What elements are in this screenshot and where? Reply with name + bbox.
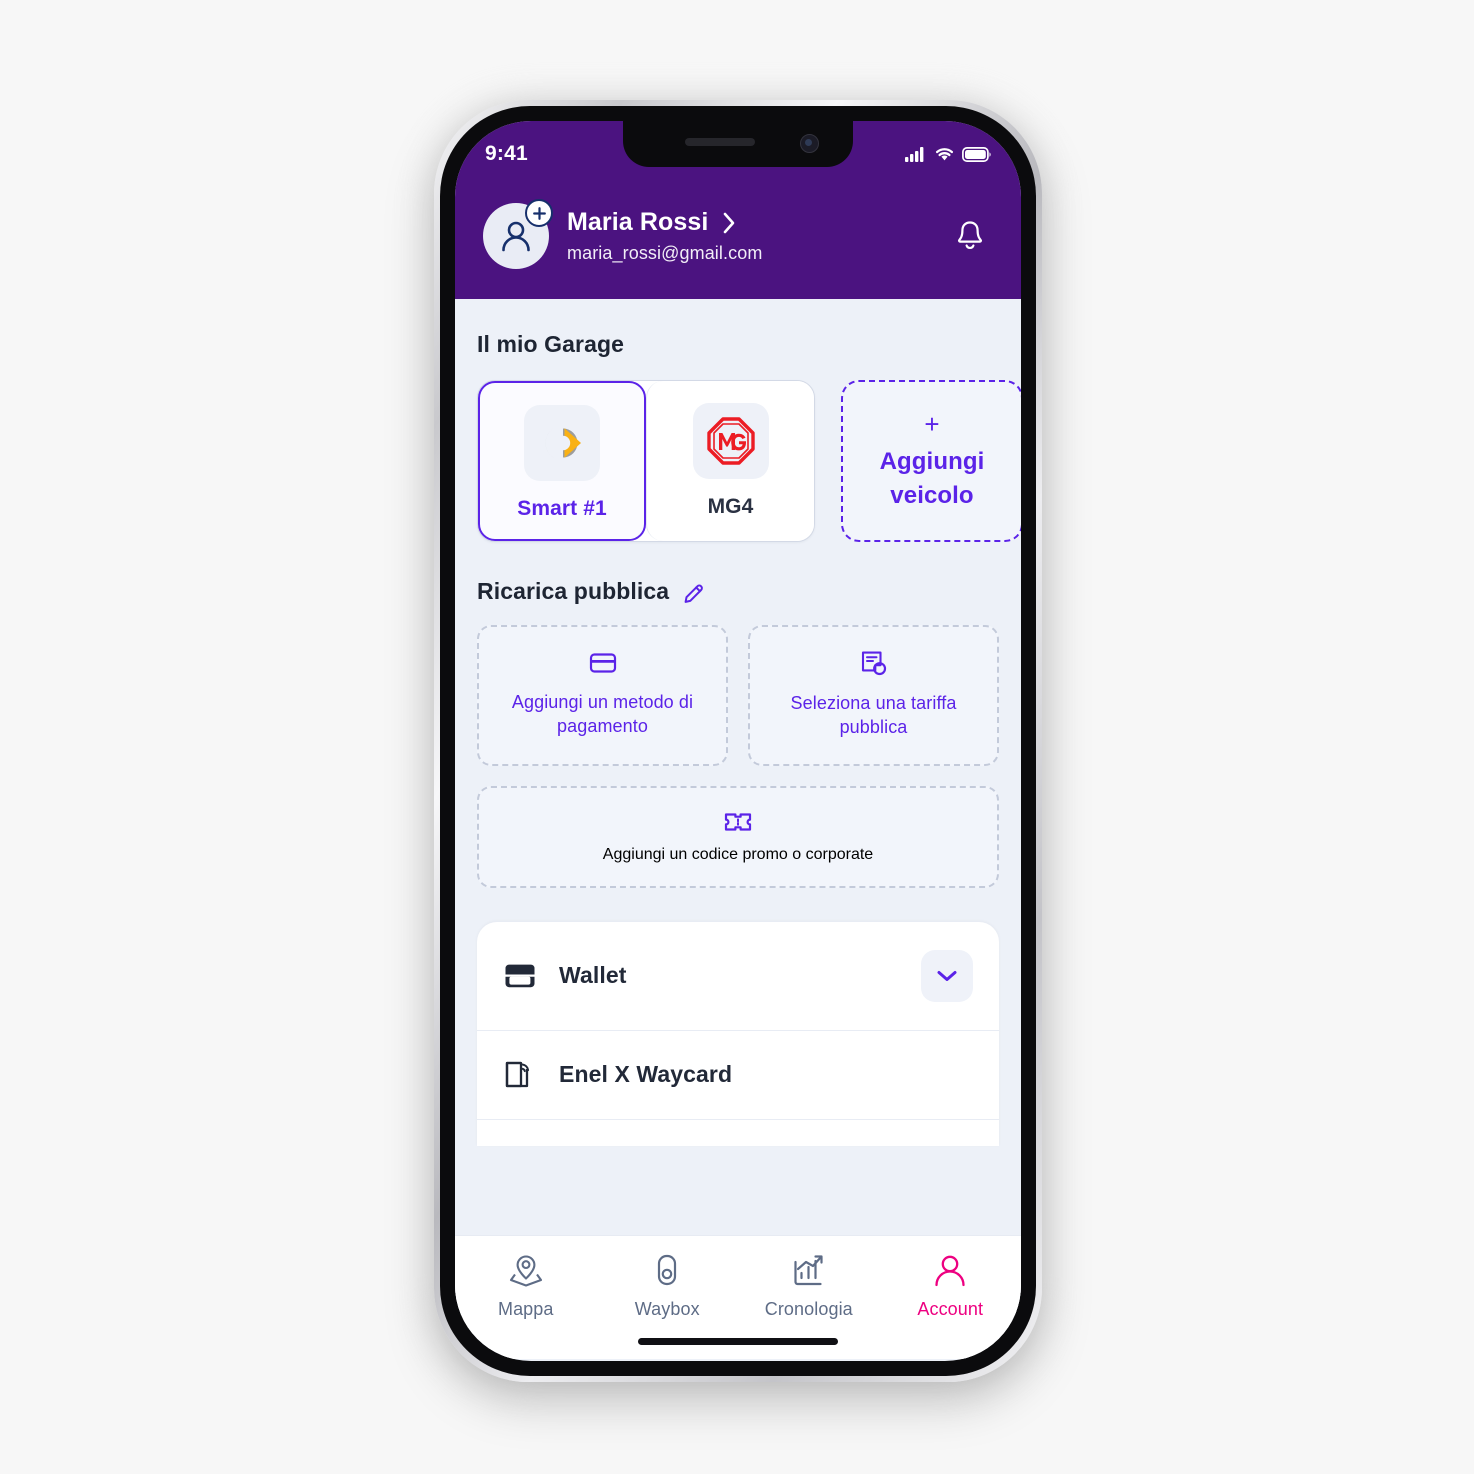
add-vehicle-plus-icon: + [924,409,940,439]
public-charging-section-header: Ricarica pubblica [455,578,1021,605]
account-list-card: Wallet Enel X Waycard [477,921,999,1146]
list-item-wallet[interactable]: Wallet [477,922,999,1030]
garage-row: Smart #1 MG4 + Aggiungi veicolo [455,380,1021,542]
phone-screen: 9:41 Maria Rossi maria_rossi@gmail.com I… [455,121,1021,1361]
notification-bell-icon [957,221,983,249]
chevron-down-icon [937,970,957,981]
add-vehicle-button[interactable]: + Aggiungi veicolo [841,380,1021,542]
status-time: 9:41 [485,142,528,165]
vehicle-item-mg4[interactable]: MG4 [646,381,814,541]
home-indicator [638,1338,838,1345]
add-vehicle-label-line1: Aggiungi [879,448,985,475]
tab-account[interactable]: Account [885,1252,1015,1320]
add-payment-method-card[interactable]: Aggiungi un metodo di pagamento [477,625,728,766]
list-item-partial [477,1118,999,1146]
wifi-icon [935,148,954,161]
tab-label: Cronologia [764,1299,853,1319]
add-vehicle-label-line2: veicolo [890,482,974,509]
vehicle-item-smart[interactable]: Smart #1 [478,381,646,541]
credit-card-icon [589,653,616,673]
screenshot-stage: 9:41 Maria Rossi maria_rossi@gmail.com I… [0,0,1474,1474]
tab-label: Account [917,1299,984,1319]
add-promo-code-card[interactable]: Aggiungi un codice promo o corporate [477,785,999,888]
map-pin-icon [509,1255,542,1287]
vehicle-label: Smart #1 [517,497,607,520]
ticket-icon [724,812,752,831]
garage-title: Il mio Garage [477,331,625,357]
tab-cronologia[interactable]: Cronologia [744,1252,874,1320]
public-charging-title-row: Ricarica pubblica [477,578,999,605]
pencil-icon [684,584,704,603]
pencil-edit-icon[interactable] [682,580,706,604]
account-body: Il mio Garage Smart #1 MG4 + Aggiungi ve… [455,299,1021,1359]
status-icons [905,136,991,162]
plus-badge-icon[interactable] [525,199,553,227]
tab-waybox[interactable]: Waybox [602,1252,732,1320]
list-item-waycard[interactable]: Enel X Waycard [477,1029,999,1119]
tab-label: Mappa [497,1299,554,1319]
history-chart-icon [794,1255,823,1286]
profile-name-row[interactable]: Maria Rossi [567,208,762,237]
profile-name: Maria Rossi [567,208,709,237]
notification-bell-button[interactable] [947,213,993,259]
add-payment-method-label: Aggiungi un metodo di pagamento [511,692,694,737]
vehicle-card-group: Smart #1 MG4 [477,380,815,542]
select-public-tariff-card[interactable]: Seleziona una tariffa pubblica [748,625,999,766]
tab-label: Waybox [634,1299,700,1319]
profile-block[interactable]: Maria Rossi maria_rossi@gmail.com [483,199,762,269]
phone-notch [623,121,853,167]
waybox-charger-icon [658,1254,677,1286]
vehicle-logo-box [692,403,769,479]
list-item-label: Wallet [559,962,627,989]
chevron-right-icon [724,212,735,233]
profile-text: Maria Rossi maria_rossi@gmail.com [567,208,762,263]
tab-mappa[interactable]: Mappa [461,1252,591,1320]
public-charging-title: Ricarica pubblica [477,578,670,604]
public-charging-cards: Aggiungi un metodo di pagamento Selezion… [455,625,1021,888]
battery-icon [962,146,991,162]
add-promo-code-label: Aggiungi un codice promo o corporate [602,845,874,863]
wallet-icon [505,964,535,987]
smart-logo-icon [545,425,581,461]
garage-section-header: Il mio Garage [455,331,1021,358]
plus-icon [532,206,546,220]
cellular-signal-icon [905,147,924,162]
mg-logo-icon [706,417,755,465]
waycard-nfc-icon [505,1061,530,1087]
account-person-icon [935,1255,965,1287]
wallet-expand-button[interactable] [921,949,973,1002]
profile-email: maria_rossi@gmail.com [567,243,763,264]
notch-speaker [685,138,755,146]
tariff-document-icon [861,651,886,676]
vehicle-logo-box [524,405,600,481]
public-charging-card-row: Aggiungi un metodo di pagamento Selezion… [477,625,999,766]
account-header: Maria Rossi maria_rossi@gmail.com [455,177,1021,299]
vehicle-label: MG4 [707,495,754,518]
notch-camera [800,134,819,153]
select-public-tariff-label: Seleziona una tariffa pubblica [790,693,957,738]
avatar-wrapper[interactable] [483,199,553,269]
list-item-label: Enel X Waycard [559,1061,733,1088]
